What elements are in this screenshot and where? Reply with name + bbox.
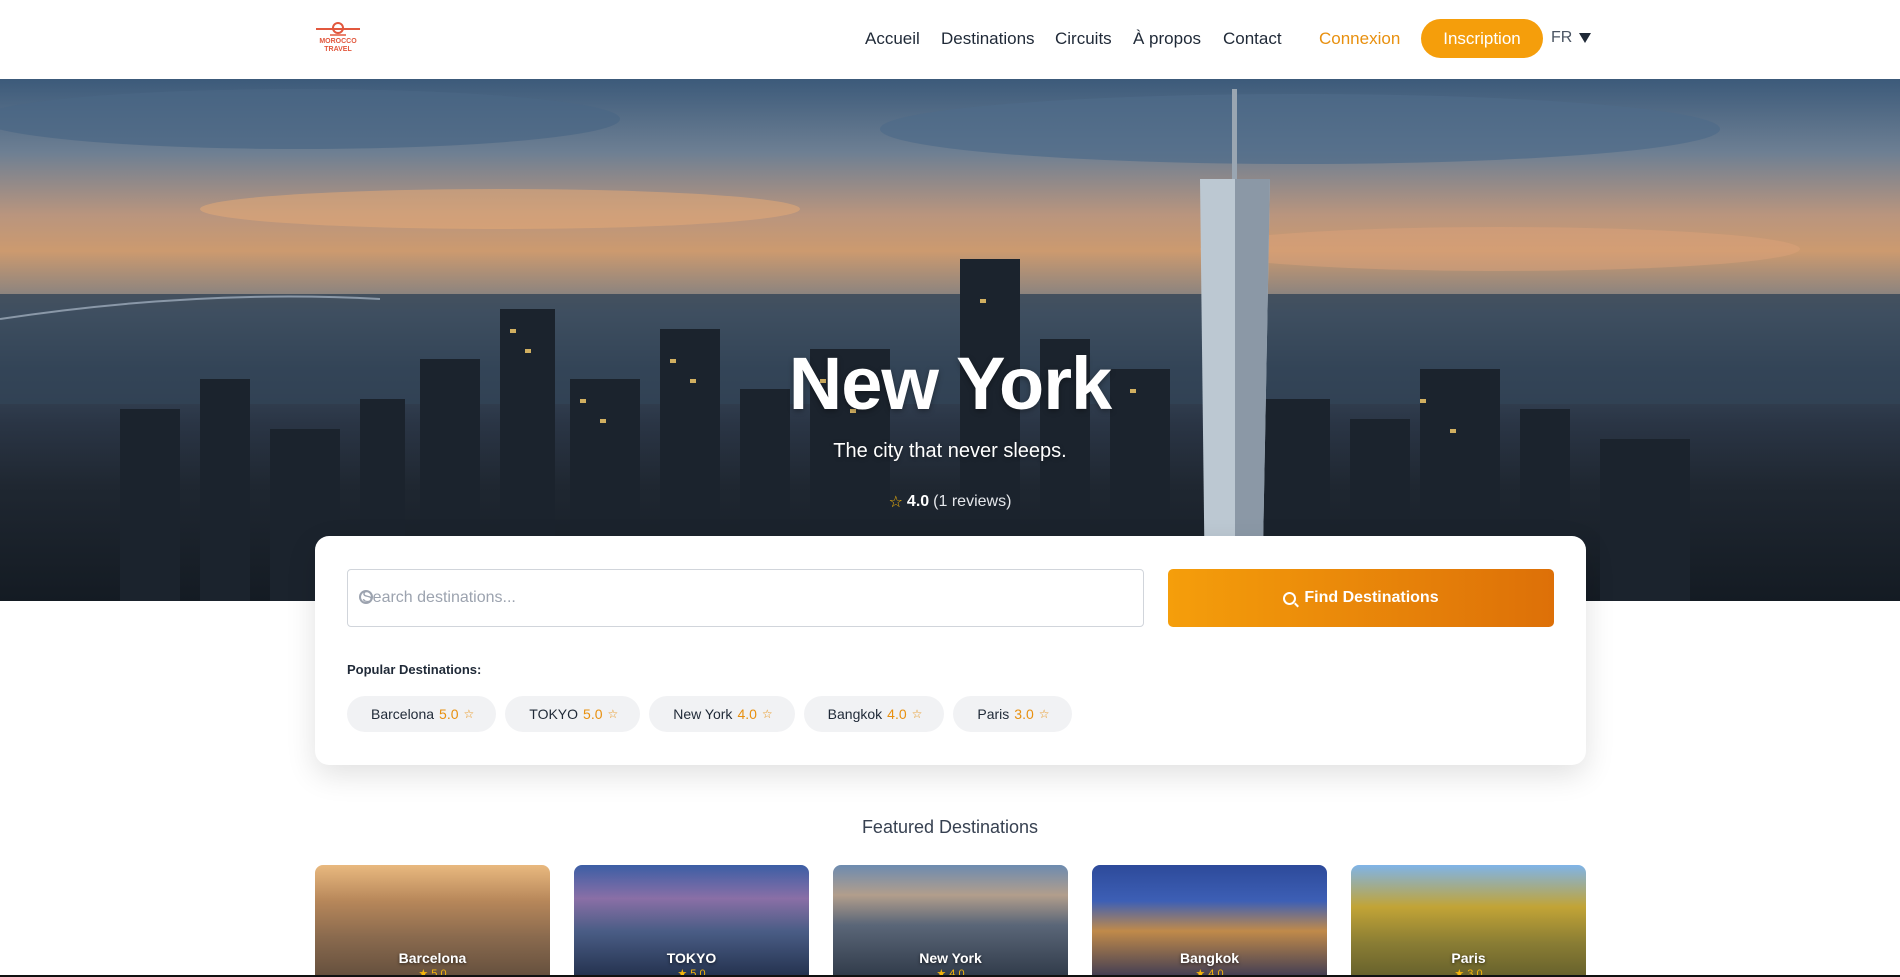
nav-link-destinations[interactable]: Destinations (941, 29, 1035, 49)
destination-card-barcelona[interactable]: Barcelona ★ 5.0 (315, 865, 550, 977)
language-selector[interactable]: FR (1551, 29, 1592, 47)
hero-review-count: (1 reviews) (933, 493, 1012, 510)
city-skyline-image (0, 89, 1900, 601)
chip-rating: 5.0 (439, 706, 459, 722)
nav-link-circuits[interactable]: Circuits (1055, 29, 1112, 49)
destination-card-new-york[interactable]: New York ★ 4.0 (833, 865, 1068, 977)
site-header: MOROCCO TRAVEL Accueil Destinations Circ… (0, 0, 1900, 79)
nav-link-accueil[interactable]: Accueil (865, 29, 920, 49)
search-icon (1283, 591, 1297, 605)
star-outline-icon: ☆ (761, 707, 773, 721)
hero-rating-value: 4.0 (906, 493, 930, 510)
chip-rating: 4.0 (737, 706, 757, 722)
search-field (347, 569, 1144, 627)
card-title: New York (919, 950, 982, 966)
card-title: Barcelona (398, 950, 467, 966)
hero-banner: New York The city that never sleeps. ☆ 4… (0, 79, 1900, 601)
chip-name: New York (673, 706, 733, 722)
chip-name: TOKYO (529, 706, 579, 722)
chip-name: Bangkok (827, 706, 883, 722)
destination-card-bangkok[interactable]: Bangkok ★ 4.0 (1092, 865, 1327, 977)
card-title: TOKYO (666, 950, 717, 966)
nav-link-contact[interactable]: Contact (1223, 29, 1282, 49)
destination-card-tokyo[interactable]: TOKYO ★ 5.0 (574, 865, 809, 977)
featured-destinations-cards: Barcelona ★ 5.0 TOKYO ★ 5.0 New York ★ 4… (315, 865, 1586, 977)
featured-destinations-title: Featured Destinations (861, 817, 1039, 837)
star-outline-icon: ☆ (463, 707, 475, 721)
card-title: Bangkok (1179, 950, 1240, 966)
star-outline-icon: ☆ (911, 707, 923, 721)
search-card: Find Destinations Popular Destinations: … (315, 536, 1586, 765)
popular-chip-tokyo[interactable]: TOKYO 5.0 ☆ (505, 696, 641, 732)
star-outline-icon: ☆ (1038, 707, 1050, 721)
hero-subtitle: The city that never sleeps. (833, 440, 1067, 462)
card-title: Paris (1451, 950, 1486, 966)
popular-destinations-label: Popular Destinations: (347, 662, 482, 677)
plane-logo-icon (316, 22, 360, 36)
destination-card-paris[interactable]: Paris ★ 3.0 (1351, 865, 1586, 977)
chip-name: Barcelona (371, 706, 435, 722)
popular-destinations-list: Barcelona 5.0 ☆ TOKYO 5.0 ☆ New York 4.0… (347, 696, 1072, 732)
chip-rating: 3.0 (1014, 706, 1034, 722)
star-outline-icon: ☆ (607, 707, 619, 721)
chip-rating: 5.0 (583, 706, 603, 722)
search-input[interactable] (348, 570, 1143, 626)
popular-chip-bangkok[interactable]: Bangkok 4.0 ☆ (803, 696, 945, 732)
find-destinations-label: Find Destinations (1304, 589, 1439, 606)
chip-rating: 4.0 (887, 706, 907, 722)
nav-link-a-propos[interactable]: À propos (1133, 29, 1201, 49)
brand-logo[interactable]: MOROCCO TRAVEL (314, 20, 362, 58)
signup-button[interactable]: Inscription (1421, 19, 1543, 58)
find-destinations-button[interactable]: Find Destinations (1168, 569, 1554, 627)
logo-text-line2: TRAVEL (324, 46, 352, 53)
chip-name: Paris (977, 706, 1010, 722)
logo-text-line1: MOROCCO (319, 38, 357, 45)
hero-title: New York (788, 342, 1112, 425)
login-link[interactable]: Connexion (1319, 29, 1400, 49)
hero-rating: ☆ 4.0 (1 reviews) (0, 492, 1900, 512)
star-outline-icon: ☆ (888, 494, 903, 511)
popular-chip-paris[interactable]: Paris 3.0 ☆ (953, 696, 1072, 732)
dropdown-triangle-icon (1579, 33, 1592, 43)
popular-chip-new-york[interactable]: New York 4.0 ☆ (649, 696, 795, 732)
language-code: FR (1551, 29, 1573, 46)
popular-chip-barcelona[interactable]: Barcelona 5.0 ☆ (347, 696, 497, 732)
